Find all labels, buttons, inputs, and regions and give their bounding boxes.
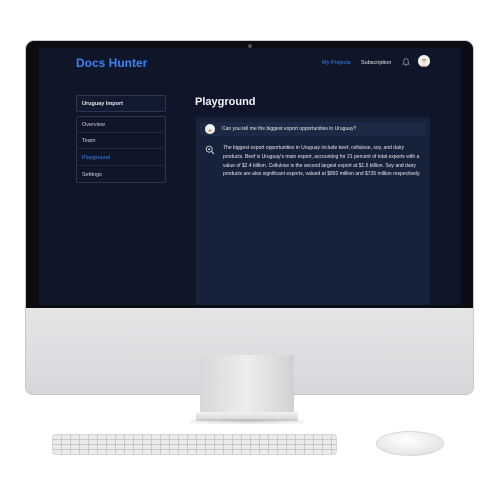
project-title: Uruguay Import <box>76 95 166 112</box>
user-avatar[interactable] <box>418 55 430 67</box>
user-avatar-icon <box>418 56 430 67</box>
user-message: Can you tell me the biggest export oppor… <box>200 122 426 136</box>
sidebar-item-overview[interactable]: Overview <box>77 117 165 133</box>
user-avatar-small <box>205 124 215 134</box>
sidebar-item-team[interactable]: Team <box>77 133 165 149</box>
monitor-bezel: Docs Hunter My Projects Subscription Uru… <box>25 40 474 308</box>
mouse <box>376 431 444 456</box>
nav-subscription[interactable]: Subscription <box>361 60 391 66</box>
assistant-answer-text: The biggest export opportunities in Urug… <box>223 145 421 178</box>
imac-monitor: Docs Hunter My Projects Subscription Uru… <box>25 40 474 395</box>
magnifier-bot-icon <box>205 145 215 155</box>
monitor-stand <box>200 355 294 417</box>
keyboard <box>52 434 337 455</box>
sidebar-item-settings[interactable]: Settings <box>77 167 165 183</box>
bell-icon[interactable] <box>401 57 411 67</box>
top-navbar: Docs Hunter My Projects Subscription <box>39 48 461 76</box>
sidebar-menu: Overview Team Playground Settings <box>76 116 166 183</box>
user-question-text: Can you tell me the biggest export oppor… <box>222 126 357 132</box>
stand-shadow <box>190 419 304 424</box>
sidebar-item-playground[interactable]: Playground <box>77 150 165 166</box>
chat-panel: Can you tell me the biggest export oppor… <box>196 117 430 305</box>
nav-my-projects[interactable]: My Projects <box>322 60 351 66</box>
page-title: Playground <box>195 96 256 108</box>
app-screen: Docs Hunter My Projects Subscription Uru… <box>39 48 461 305</box>
brand-logo[interactable]: Docs Hunter <box>76 56 147 70</box>
user-avatar-icon <box>205 127 215 134</box>
